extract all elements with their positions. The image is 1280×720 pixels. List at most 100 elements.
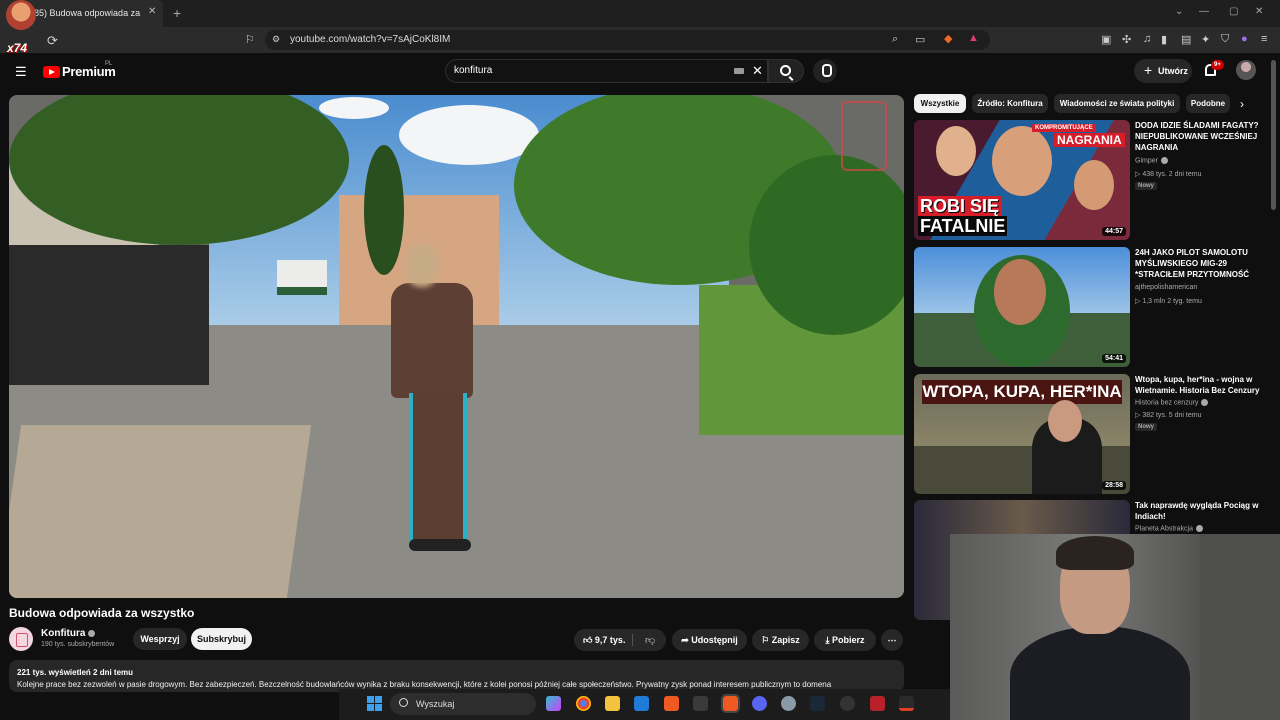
store-icon[interactable] <box>634 696 649 711</box>
recommendation-channel-name: Gimper <box>1135 157 1158 165</box>
chip-similar[interactable]: Podobne <box>1186 94 1230 113</box>
recommendation-title[interactable]: DODA IDZIE ŚLADAMI FAGATY? NIEPUBLIKOWAN… <box>1135 120 1269 153</box>
settings-gear-icon[interactable] <box>781 696 796 711</box>
share-button[interactable]: ➦ Udostępnij <box>672 629 747 651</box>
scrollbar[interactable] <box>1271 60 1276 210</box>
save-button[interactable]: ⚐ Zapisz <box>752 629 809 651</box>
minimize-icon[interactable]: — <box>1199 6 1209 17</box>
notifications-badge: 9+ <box>1211 60 1224 70</box>
app-icon[interactable] <box>693 696 708 711</box>
recommendation-title[interactable]: Wtopa, kupa, her*ina - wojna w Wietnamie… <box>1135 374 1269 396</box>
keyboard-icon[interactable] <box>734 68 744 74</box>
steam-icon[interactable] <box>810 696 825 711</box>
bookmark-icon[interactable]: ⚐ <box>245 33 255 46</box>
file-explorer-icon[interactable] <box>605 696 620 711</box>
hamburger-menu-icon[interactable]: ☰ <box>15 64 27 80</box>
reload-icon[interactable]: ⟳ <box>47 33 58 49</box>
recommendation-channel-name: Historia bez cenzury <box>1135 399 1199 407</box>
thumbnail-face <box>1048 400 1082 442</box>
share-icon: ➦ <box>681 635 689 645</box>
chrome-icon[interactable] <box>576 696 591 711</box>
recommendation-card[interactable]: WTOPA, KUPA, HER*INA 28:58 Wtopa, kupa, … <box>914 374 1270 494</box>
tab-search-icon[interactable]: ⌄ <box>1175 6 1183 17</box>
recommendation-card[interactable]: KOMPROMITUJĄCE NAGRANIA ROBI SIĘ FATALNIE… <box>914 120 1270 240</box>
tab-close-icon[interactable]: ✕ <box>148 6 156 17</box>
app-icon[interactable] <box>899 696 914 711</box>
brave-rewards-icon[interactable]: ▲ <box>968 32 979 44</box>
channel-watermark-icon <box>841 101 887 171</box>
chevron-right-icon[interactable]: › <box>1240 97 1244 111</box>
leo-ai-icon[interactable]: ✦ <box>1201 33 1210 46</box>
game-launcher-icon[interactable] <box>870 696 885 711</box>
voice-search-icon[interactable] <box>813 59 837 83</box>
create-button[interactable]: + Utwórz <box>1134 59 1192 83</box>
verified-icon <box>1201 399 1209 406</box>
chip-politics[interactable]: Wiadomości ze świata polityki <box>1054 94 1180 113</box>
streamer-overlay-avatar: x74 <box>2 0 40 55</box>
channel-avatar[interactable] <box>9 627 33 651</box>
zoom-icon[interactable]: ⌕ <box>892 33 898 46</box>
description-box[interactable]: 221 tys. wyświetleń 2 dni temu Kolejne p… <box>9 660 904 692</box>
download-icon: ⤓ <box>825 635 830 645</box>
recommendation-channel[interactable]: Historia bez cenzury <box>1135 399 1209 407</box>
taskbar-search-input[interactable]: Wyszukaj <box>390 693 536 715</box>
more-actions-icon[interactable]: ⋯ <box>881 629 903 651</box>
recommendation-channel[interactable]: Gimper <box>1135 157 1168 164</box>
dislike-icon[interactable]: 👎︎ <box>645 634 655 646</box>
puzzle-extensions-icon[interactable]: ✣ <box>1122 33 1131 46</box>
thumbnail-face <box>936 126 976 176</box>
screen: (185) Budowa odpowiada za wszystko - You… <box>0 0 1280 720</box>
vpn-shield-icon[interactable]: ⛉ <box>1221 33 1229 46</box>
profile-icon[interactable]: ● <box>1241 33 1248 45</box>
new-badge: Nowy <box>1135 423 1158 431</box>
chip-source[interactable]: Źródło: Konfitura <box>972 94 1048 113</box>
search-button[interactable] <box>768 59 804 83</box>
video-thumbnail[interactable]: WTOPA, KUPA, HER*INA 28:58 <box>914 374 1130 494</box>
like-icon[interactable]: 👍︎ <box>583 635 592 645</box>
maximize-icon[interactable]: ▢ <box>1229 6 1238 17</box>
obs-icon[interactable] <box>840 696 855 711</box>
webcam-overlay <box>950 534 1280 720</box>
thumbnail-face <box>992 126 1052 196</box>
recommendation-channel[interactable]: Planeta Abstrakcja <box>1135 525 1203 532</box>
brave-active-icon[interactable] <box>721 694 740 713</box>
video-player[interactable] <box>9 95 904 598</box>
clear-search-icon[interactable]: ✕ <box>752 63 763 79</box>
subscribe-button[interactable]: Subskrybuj <box>191 628 252 650</box>
thumbnail-banner: NAGRANIA <box>1054 133 1125 147</box>
download-label: Pobierz <box>831 635 865 645</box>
support-button[interactable]: Wesprzyj <box>133 628 187 650</box>
video-thumbnail[interactable]: KOMPROMITUJĄCE NAGRANIA ROBI SIĘ FATALNIE… <box>914 120 1130 240</box>
browser-tab-bar: (185) Budowa odpowiada za wszystko - You… <box>0 0 1280 27</box>
music-icon[interactable]: ♫ <box>1143 33 1151 45</box>
site-info-icon[interactable]: ⚙ <box>272 34 280 45</box>
copilot-icon[interactable] <box>546 696 561 711</box>
discord-icon[interactable] <box>752 696 767 711</box>
chip-all[interactable]: Wszystkie <box>914 94 966 113</box>
sidebar-icon[interactable]: ▮ <box>1161 33 1167 46</box>
brave-shield-icon[interactable]: ◆ <box>944 32 952 45</box>
extension-icon[interactable]: ▣ <box>1101 33 1111 46</box>
browser-menu-icon[interactable]: ≡ <box>1261 33 1267 45</box>
new-tab-icon[interactable]: + <box>173 5 181 21</box>
channel-name[interactable]: Konfitura <box>41 628 96 639</box>
plus-icon: + <box>1144 62 1153 78</box>
close-window-icon[interactable]: ✕ <box>1255 6 1263 17</box>
windows-start-icon[interactable] <box>367 696 382 711</box>
url-text[interactable]: youtube.com/watch?v=7sAjCoKl8IM <box>290 34 450 45</box>
user-avatar[interactable] <box>1236 60 1256 80</box>
cast-icon[interactable]: ▭ <box>915 33 925 46</box>
overlay-face-image <box>6 0 36 30</box>
download-button[interactable]: ⤓ Pobierz <box>814 629 876 651</box>
video-thumbnail[interactable]: 54:41 <box>914 247 1130 367</box>
like-count[interactable]: 9,7 tys. <box>595 635 626 645</box>
recommendation-channel[interactable]: ajthepolishamerican <box>1135 284 1197 291</box>
recommendation-title[interactable]: 24H JAKO PILOT SAMOLOTU MYŚLIWSKIEGO MIG… <box>1135 247 1269 280</box>
brave-icon[interactable] <box>664 696 679 711</box>
recommendation-title[interactable]: Tak naprawdę wygląda Pociąg w Indiach! <box>1135 500 1269 522</box>
recommendation-card[interactable]: 54:41 24H JAKO PILOT SAMOLOTU MYŚLIWSKIE… <box>914 247 1270 367</box>
search-input[interactable]: konfitura ✕ <box>445 59 768 83</box>
person-head-blurred <box>405 243 439 287</box>
views-and-date: 221 tys. wyświetleń 2 dni temu <box>17 668 134 677</box>
wallet-icon[interactable]: ▤ <box>1181 33 1191 46</box>
